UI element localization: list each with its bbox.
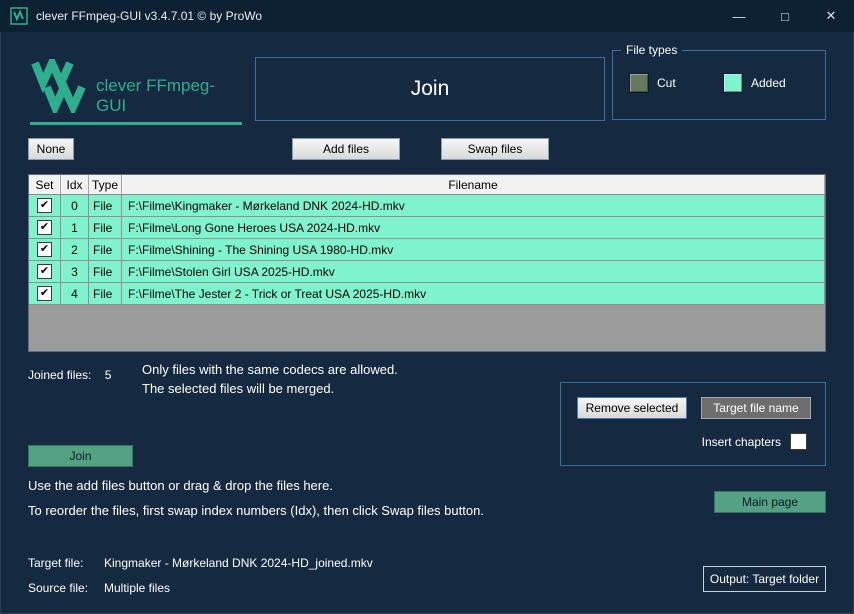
swap-files-button[interactable]: Swap files bbox=[441, 138, 549, 160]
table-row[interactable]: ✔ 1 File F:\Filme\Long Gone Heroes USA 2024… bbox=[29, 217, 825, 239]
cut-label: Cut bbox=[657, 76, 676, 90]
filename-cell: F:\Filme\Shining - The Shining USA 1980-… bbox=[122, 239, 825, 260]
idx-cell: 3 bbox=[61, 261, 89, 282]
actions-groupbox: Remove selected Target file name Insert … bbox=[560, 382, 826, 466]
idx-cell: 2 bbox=[61, 239, 89, 260]
source-file-label: Source file: bbox=[28, 581, 89, 595]
file-types-label: File types bbox=[621, 43, 683, 57]
filename-cell: F:\Filme\Long Gone Heroes USA 2024-HD.mk… bbox=[122, 217, 825, 238]
table-body: ✔ 0 File F:\Filme\Kingmaker - Mørkeland DNK… bbox=[29, 195, 825, 305]
cut-color-swatch bbox=[629, 73, 649, 93]
remove-selected-button[interactable]: Remove selected bbox=[577, 397, 687, 419]
app-logo: clever FFmpeg-GUI bbox=[30, 53, 242, 125]
filename-cell: F:\Filme\Kingmaker - Mørkeland DNK 2024-… bbox=[122, 195, 825, 216]
window-controls: — □ ✕ bbox=[716, 0, 854, 32]
table-row[interactable]: ✔ 0 File F:\Filme\Kingmaker - Mørkeland DNK… bbox=[29, 195, 825, 217]
hint-reorder: To reorder the files, first swap index n… bbox=[28, 503, 484, 518]
files-table: Set Idx Type Filename ✔ 0 File F:\Filme\Kin… bbox=[28, 174, 826, 352]
target-file-value: Kingmaker - Mørkeland DNK 2024-HD_joined… bbox=[104, 556, 373, 570]
idx-cell: 4 bbox=[61, 283, 89, 304]
set-cell: ✔ bbox=[29, 283, 61, 304]
idx-cell: 0 bbox=[61, 195, 89, 216]
column-header-set[interactable]: Set bbox=[29, 175, 61, 194]
row-checkbox[interactable]: ✔ bbox=[37, 242, 52, 257]
legend-item-added: Added bbox=[723, 73, 786, 93]
column-header-idx[interactable]: Idx bbox=[61, 175, 89, 194]
app-window: clever FFmpeg-GUI v3.4.7.01 © by ProWo —… bbox=[0, 0, 854, 614]
minimize-button[interactable]: — bbox=[716, 0, 762, 32]
app-icon bbox=[10, 7, 28, 25]
close-button[interactable]: ✕ bbox=[808, 0, 854, 32]
none-button[interactable]: None bbox=[28, 138, 74, 160]
type-cell: File bbox=[89, 217, 122, 238]
joined-files-status: Joined files: 5 bbox=[28, 368, 111, 382]
set-cell: ✔ bbox=[29, 239, 61, 260]
column-header-filename[interactable]: Filename bbox=[122, 175, 825, 194]
table-header: Set Idx Type Filename bbox=[29, 175, 825, 195]
output-target-folder-button[interactable]: Output: Target folder bbox=[703, 566, 826, 592]
file-types-groupbox: File types Cut Added bbox=[612, 43, 826, 120]
added-color-swatch bbox=[723, 73, 743, 93]
info-line-2: The selected files will be merged. bbox=[142, 381, 335, 396]
target-file-row: Target file: Kingmaker - Mørkeland DNK 2… bbox=[28, 556, 373, 570]
joined-files-count: 5 bbox=[104, 368, 112, 382]
type-cell: File bbox=[89, 195, 122, 216]
info-text: Only files with the same codecs are allo… bbox=[142, 360, 398, 398]
titlebar: clever FFmpeg-GUI v3.4.7.01 © by ProWo —… bbox=[0, 0, 854, 32]
insert-chapters-label: Insert chapters bbox=[701, 435, 781, 449]
table-row[interactable]: ✔ 4 File F:\Filme\The Jester 2 - Trick or T… bbox=[29, 283, 825, 305]
target-file-name-button[interactable]: Target file name bbox=[701, 397, 811, 419]
type-cell: File bbox=[89, 283, 122, 304]
hint-add-files: Use the add files button or drag & drop … bbox=[28, 478, 333, 493]
type-cell: File bbox=[89, 239, 122, 260]
filename-cell: F:\Filme\Stolen Girl USA 2025-HD.mkv bbox=[122, 261, 825, 282]
logo-zigzag-icon bbox=[30, 53, 88, 118]
page-title: Join bbox=[410, 77, 450, 100]
filename-cell: F:\Filme\The Jester 2 - Trick or Treat U… bbox=[122, 283, 825, 304]
add-files-button[interactable]: Add files bbox=[292, 138, 400, 160]
joined-files-label: Joined files: bbox=[28, 368, 92, 382]
page-title-box: Join bbox=[255, 57, 605, 121]
window-title: clever FFmpeg-GUI v3.4.7.01 © by ProWo bbox=[36, 9, 263, 23]
idx-cell: 1 bbox=[61, 217, 89, 238]
maximize-button[interactable]: □ bbox=[762, 0, 808, 32]
table-row[interactable]: ✔ 2 File F:\Filme\Shining - The Shining USA… bbox=[29, 239, 825, 261]
set-cell: ✔ bbox=[29, 261, 61, 282]
set-cell: ✔ bbox=[29, 217, 61, 238]
row-checkbox[interactable]: ✔ bbox=[37, 264, 52, 279]
row-checkbox[interactable]: ✔ bbox=[37, 198, 52, 213]
join-button[interactable]: Join bbox=[28, 445, 133, 467]
info-line-1: Only files with the same codecs are allo… bbox=[142, 362, 398, 377]
table-row[interactable]: ✔ 3 File F:\Filme\Stolen Girl USA 2025-HD.m… bbox=[29, 261, 825, 283]
set-cell: ✔ bbox=[29, 195, 61, 216]
source-file-value: Multiple files bbox=[104, 581, 171, 595]
main-page-button[interactable]: Main page bbox=[714, 491, 826, 513]
row-checkbox[interactable]: ✔ bbox=[37, 220, 52, 235]
target-file-label: Target file: bbox=[28, 556, 84, 570]
row-checkbox[interactable]: ✔ bbox=[37, 286, 52, 301]
type-cell: File bbox=[89, 261, 122, 282]
source-file-row: Source file: Multiple files bbox=[28, 581, 170, 595]
added-label: Added bbox=[751, 76, 786, 90]
legend-item-cut: Cut bbox=[629, 73, 676, 93]
column-header-type[interactable]: Type bbox=[89, 175, 122, 194]
insert-chapters-checkbox[interactable] bbox=[790, 433, 807, 450]
logo-text: clever FFmpeg-GUI bbox=[96, 76, 216, 115]
